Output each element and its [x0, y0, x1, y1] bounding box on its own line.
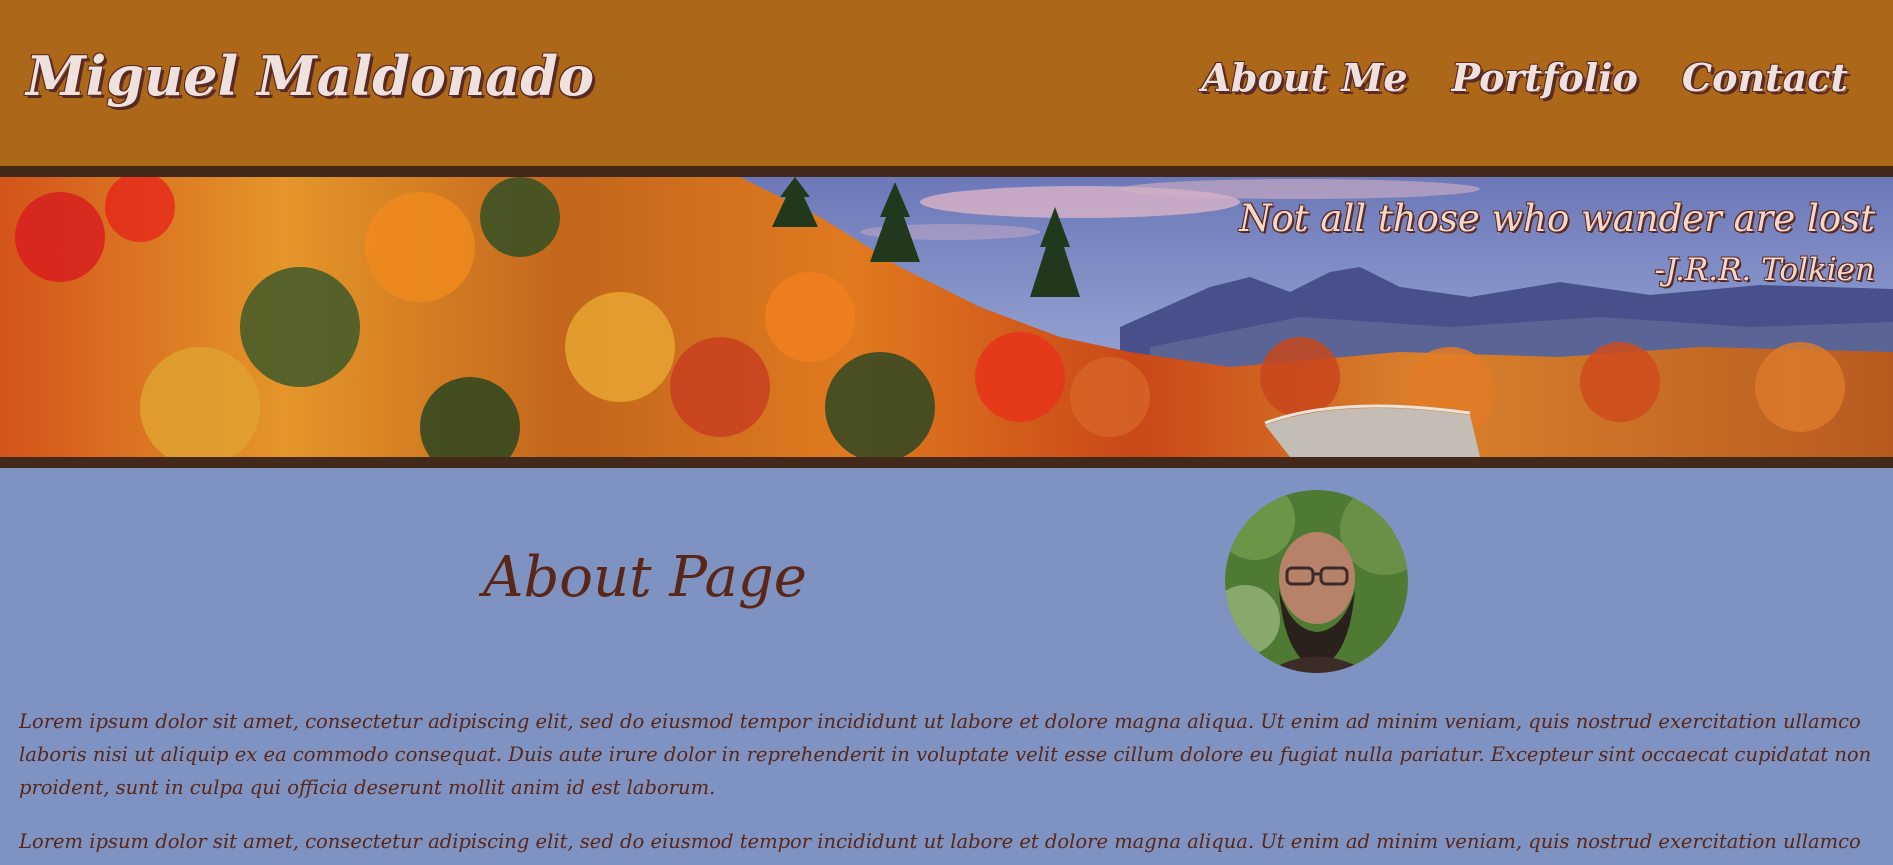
about-paragraph-2: Lorem ipsum dolor sit amet, consectetur …: [19, 830, 1861, 853]
nav-contact[interactable]: Contact: [1682, 55, 1848, 100]
quote-text: Not all those who wander are lost: [1239, 197, 1875, 240]
quote-author: -J.R.R. Tolkien: [1654, 252, 1875, 288]
about-paragraph-1: Lorem ipsum dolor sit amet, consectetur …: [19, 710, 1872, 799]
page-heading: About Page: [483, 545, 807, 610]
banner-bottom-border: [0, 457, 1893, 468]
hero-banner: Not all those who wander are lost -J.R.R…: [0, 177, 1893, 457]
main-content: About Page Lorem ipsum dolor sit amet, c…: [0, 468, 1893, 865]
profile-avatar: [1225, 490, 1408, 673]
nav-portfolio[interactable]: Portfolio: [1452, 55, 1638, 100]
nav-about-me[interactable]: About Me: [1201, 55, 1407, 100]
site-header: Miguel Maldonado About Me Portfolio Cont…: [0, 0, 1893, 166]
site-title[interactable]: Miguel Maldonado: [26, 44, 594, 108]
banner-top-border: [0, 166, 1893, 177]
main-nav: About Me Portfolio Contact: [1201, 55, 1848, 100]
banner-quote: Not all those who wander are lost -J.R.R…: [1239, 197, 1875, 288]
